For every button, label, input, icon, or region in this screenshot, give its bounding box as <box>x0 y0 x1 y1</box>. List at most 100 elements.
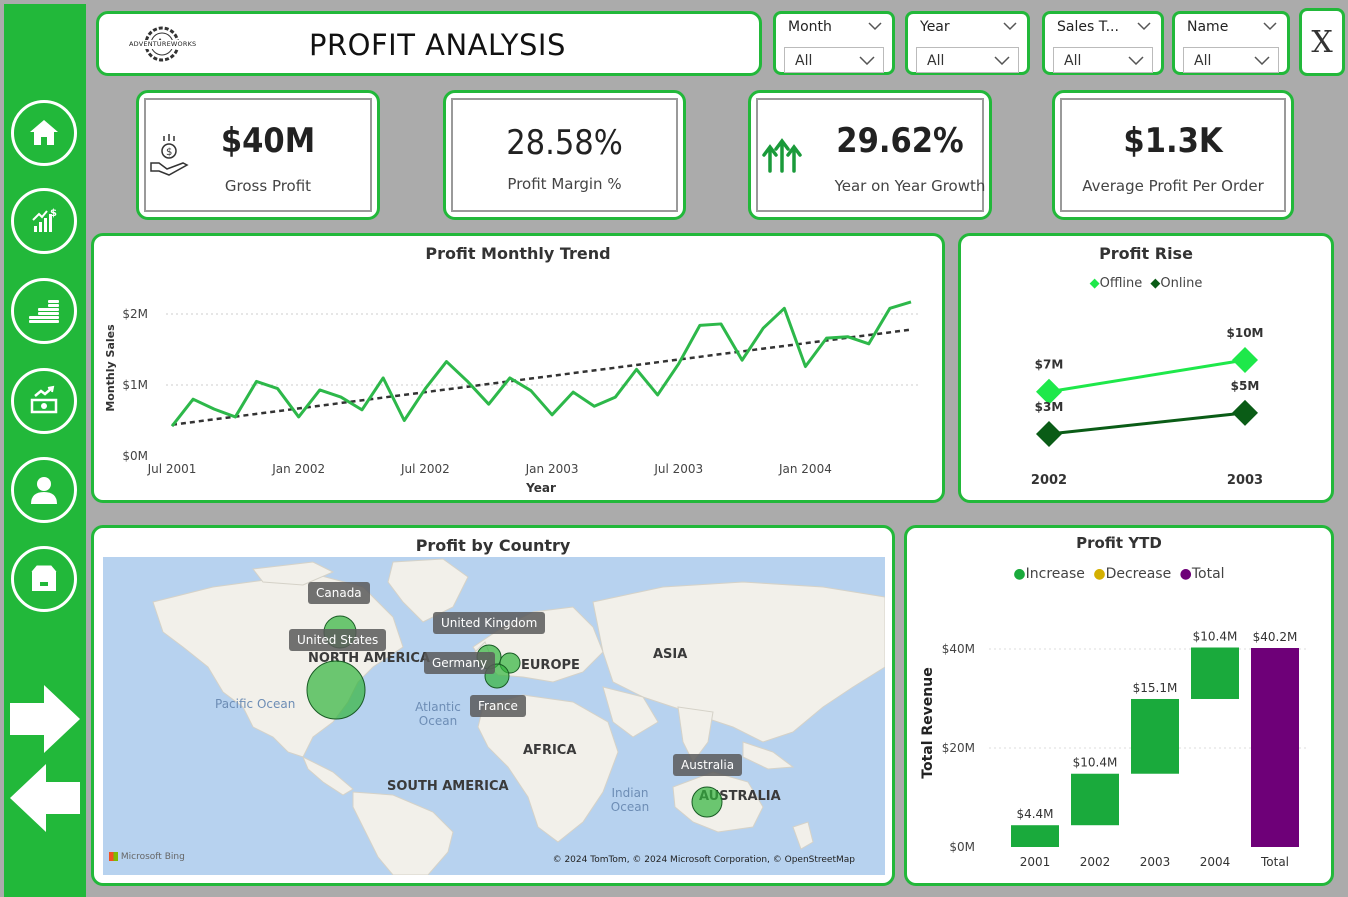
slicer-name[interactable]: Name All <box>1172 11 1290 75</box>
nav-cash-button[interactable] <box>11 368 77 434</box>
data-label: $40.2M <box>1253 630 1298 644</box>
header-panel: ADVENTUREWORKS PROFIT ANALYSIS <box>96 11 762 76</box>
chevron-down-icon <box>994 56 1010 65</box>
x-tick-label: 2003 <box>1140 855 1171 869</box>
profit-by-country-map: Profit by Country Pacific Ocean Atlantic… <box>91 525 895 886</box>
slicer-name-dropdown[interactable]: All <box>1183 47 1279 73</box>
bubble-united-states[interactable] <box>306 660 366 720</box>
chevron-down-icon <box>1263 22 1277 31</box>
x-tick-label: 2003 <box>1227 473 1263 488</box>
bing-label: Microsoft Bing <box>120 852 185 862</box>
map-label-canada: Canada <box>308 582 370 604</box>
slicer-sales-territory-dropdown[interactable]: All <box>1053 47 1153 73</box>
y-tick-label: $1M <box>122 378 148 392</box>
y-axis-title: Total Revenue <box>920 667 936 778</box>
map-title: Profit by Country <box>415 536 571 555</box>
svg-text:$: $ <box>50 208 57 219</box>
x-tick-label: 2002 <box>1080 855 1111 869</box>
series-line-offline[interactable] <box>1048 358 1246 394</box>
product-box-icon <box>31 565 57 591</box>
bing-logo: Microsoft Bing <box>109 852 185 862</box>
slicer-name-value: All <box>1194 53 1212 69</box>
y-tick-label: $20M <box>942 741 975 755</box>
x-tick-label: 2004 <box>1200 855 1231 869</box>
kpi-avg-profit-order-value: $1.3K <box>1123 121 1223 161</box>
map-canvas[interactable]: Pacific Ocean Atlantic Ocean Indian Ocea… <box>103 557 885 875</box>
data-label: $10M <box>1227 326 1264 340</box>
x-tick-label: Total <box>1260 855 1289 869</box>
kpi-gross-profit-value: $40M <box>220 121 316 161</box>
slicer-sales-territory[interactable]: Sales T... All <box>1042 11 1164 75</box>
chevron-down-icon <box>1128 56 1144 65</box>
rise-svg: $7M $10M $3M $5M 2002 2003 <box>1031 326 1264 488</box>
chevron-down-icon <box>1137 22 1151 31</box>
data-point-offline[interactable] <box>1232 347 1258 373</box>
data-label: $4.4M <box>1016 807 1053 821</box>
logo-text: ADVENTUREWORKS <box>129 40 197 48</box>
profit-ytd-chart: Profit YTD ●Increase ●Decrease ●Total $0… <box>904 525 1334 886</box>
kpi-gross-profit-label: Gross Profit <box>224 177 312 195</box>
back-arrow-icon[interactable] <box>10 764 80 832</box>
next-arrow-icon[interactable] <box>10 685 80 753</box>
slicer-year-value: All <box>927 53 945 69</box>
data-label: $10.4M <box>1073 756 1118 770</box>
map-label-united-states: United States <box>289 629 387 651</box>
chevron-down-icon <box>1254 56 1270 65</box>
waterfall-bar-2002[interactable] <box>1071 773 1119 826</box>
home-icon <box>30 120 58 145</box>
data-label: $3M <box>1035 400 1064 414</box>
trend-line <box>171 328 912 426</box>
nav-profit-button[interactable] <box>11 278 77 344</box>
x-tick-label: 2001 <box>1020 855 1051 869</box>
nav-home-button[interactable] <box>11 100 77 166</box>
sidebar-nav: $ <box>4 4 86 897</box>
sales-chart-icon: $ <box>32 208 57 232</box>
kpi-profit-margin-label: Profit Margin % <box>507 175 622 193</box>
chevron-down-icon <box>868 22 882 31</box>
data-point-online[interactable] <box>1036 421 1062 447</box>
nav-sales-button[interactable]: $ <box>11 188 77 254</box>
clear-filters-button[interactable]: X <box>1299 8 1345 76</box>
trend-svg: $0M $1M $2M Jul 2001 Jan 2002 Jul 2002 Jan 200… <box>104 300 921 495</box>
slicer-sales-territory-value: All <box>1064 53 1082 69</box>
x-tick-label: Jul 2003 <box>653 462 703 476</box>
data-label: $7M <box>1035 358 1064 372</box>
kpi-avg-profit-order: $1.3K Average Profit Per Order <box>1052 90 1294 220</box>
profit-monthly-trend-chart: Profit Monthly Trend $0M $1M $2M Jul 2001 Ja… <box>91 233 945 503</box>
x-tick-label: Jan 2003 <box>525 462 579 476</box>
map-label-germany: Germany <box>424 652 496 674</box>
series-line-online[interactable] <box>1048 411 1246 436</box>
page-title: PROFIT ANALYSIS <box>309 28 566 62</box>
slicer-name-label: Name <box>1187 19 1229 35</box>
map-label-united-kingdom: United Kingdom <box>433 612 546 634</box>
chevron-down-icon <box>1003 22 1017 31</box>
map-attribution[interactable]: © 2024 TomTom, © 2024 Microsoft Corporat… <box>553 855 855 865</box>
kpi-profit-margin-value: 28.58% <box>506 123 623 163</box>
y-axis-title: Monthly Sales <box>104 324 117 412</box>
x-tick-label: Jan 2002 <box>271 462 325 476</box>
data-label: $15.1M <box>1133 681 1178 695</box>
slicer-sales-territory-label: Sales T... <box>1057 19 1119 35</box>
waterfall-bar-2001[interactable] <box>1011 825 1059 847</box>
slicer-year[interactable]: Year All <box>905 11 1030 75</box>
slicer-month-value: All <box>795 53 813 69</box>
x-tick-label: Jan 2004 <box>778 462 832 476</box>
waterfall-bar-2003[interactable] <box>1131 698 1179 774</box>
waterfall-bar-total[interactable] <box>1251 648 1299 847</box>
slicer-year-dropdown[interactable]: All <box>916 47 1019 73</box>
waterfall-bar-2004[interactable] <box>1191 647 1239 699</box>
data-point-online[interactable] <box>1232 399 1258 426</box>
ytd-svg: $0M $20M $40M Total Revenue $4.4M 2001 $10.4M 2… <box>920 630 1307 869</box>
profit-series-line[interactable] <box>170 300 912 428</box>
kpi-yoy-growth: 29.62% Year on Year Growth <box>748 90 992 220</box>
nav-customer-button[interactable] <box>11 457 77 523</box>
clear-filters-label: X <box>1311 24 1333 60</box>
bubble-australia[interactable] <box>691 786 723 818</box>
slicer-month[interactable]: Month All <box>773 11 895 75</box>
kpi-yoy-growth-value: 29.62% <box>836 121 964 161</box>
growth-arrows-icon <box>762 138 802 173</box>
user-icon <box>31 477 57 504</box>
nav-product-button[interactable] <box>11 546 77 612</box>
x-tick-label: Jul 2002 <box>400 462 450 476</box>
slicer-month-dropdown[interactable]: All <box>784 47 884 73</box>
